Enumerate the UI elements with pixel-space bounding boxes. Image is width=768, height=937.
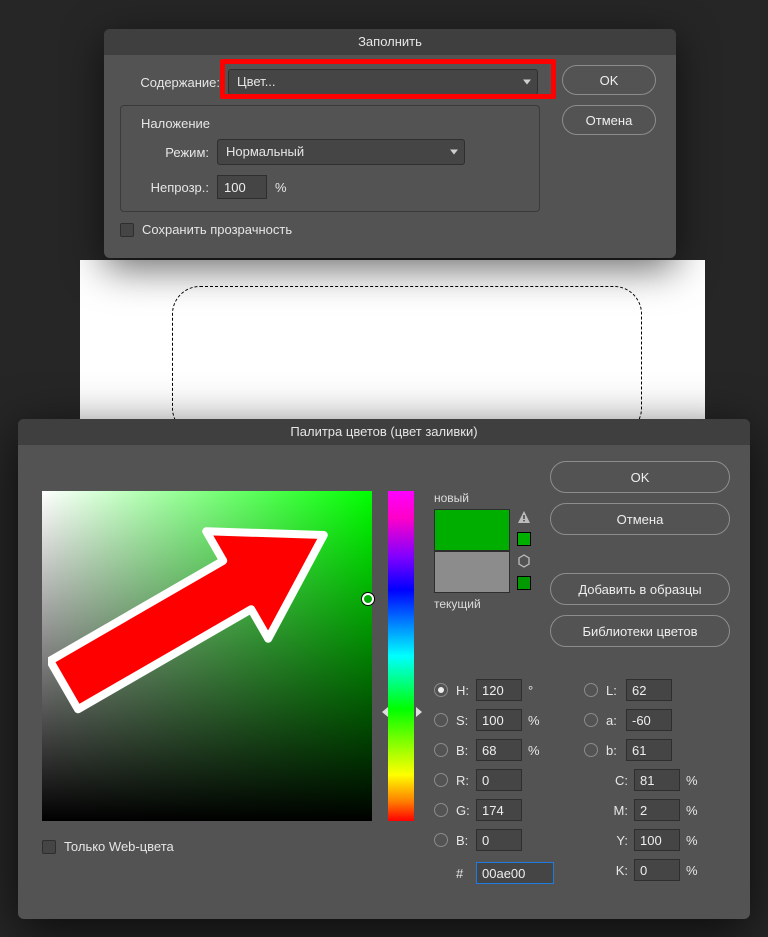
hsb-b-radio[interactable] [434,743,448,757]
b-input[interactable] [476,739,522,761]
mode-dropdown[interactable]: Нормальный [217,139,465,165]
lab-l-radio[interactable] [584,683,598,697]
s-label: S: [456,713,476,728]
y-label: Y: [606,833,628,848]
hue-slider-thumb[interactable] [382,707,422,717]
websafe-snap-swatch[interactable] [517,576,531,590]
y-input[interactable] [634,829,680,851]
blending-legend: Наложение [137,116,214,131]
rgb-g-radio[interactable] [434,803,448,817]
hex-input[interactable] [476,862,554,884]
add-to-swatches-button[interactable]: Добавить в образцы [550,573,730,605]
m-input[interactable] [634,799,680,821]
h-label: H: [456,683,476,698]
lab-a-radio[interactable] [584,713,598,727]
preserve-transparency-checkbox[interactable]: Сохранить прозрачность [120,222,292,237]
marquee-selection [172,286,642,436]
h-input[interactable] [476,679,522,701]
l-label: L: [606,683,626,698]
l-input[interactable] [626,679,672,701]
b-label: B: [456,743,476,758]
r-label: R: [456,773,476,788]
picker-ok-button[interactable]: OK [550,461,730,493]
fill-dialog: Заполнить Содержание: Цвет... Наложение … [104,29,676,258]
websafe-warning-icon[interactable] [516,553,532,569]
content-dropdown-value: Цвет... [237,74,276,89]
checkbox-box-icon [42,840,56,854]
k-label: K: [606,863,628,878]
gamut-warning-icon[interactable] [516,509,532,525]
sv-cursor-icon [362,593,374,605]
gamut-snap-swatch[interactable] [517,532,531,546]
c-label: C: [606,773,628,788]
content-label: Содержание: [120,75,228,90]
current-color-label: текущий [434,597,510,611]
hex-label: # [456,866,476,881]
rgb-b-input[interactable] [476,829,522,851]
current-color-swatch[interactable] [434,551,510,593]
fill-cancel-button[interactable]: Отмена [562,105,656,135]
opacity-label: Непрозр.: [133,180,217,195]
hsb-h-radio[interactable] [434,683,448,697]
chevron-down-icon [523,80,531,85]
preserve-transparency-label: Сохранить прозрачность [142,222,292,237]
new-color-swatch [434,509,510,551]
content-dropdown[interactable]: Цвет... [228,69,538,95]
opacity-unit: % [275,180,287,195]
lab-b-input[interactable] [626,739,672,761]
r-input[interactable] [476,769,522,791]
g-label: G: [456,803,476,818]
rgb-r-radio[interactable] [434,773,448,787]
a-input[interactable] [626,709,672,731]
rgb-b-radio[interactable] [434,833,448,847]
k-input[interactable] [634,859,680,881]
s-input[interactable] [476,709,522,731]
web-colors-only-checkbox[interactable]: Только Web-цвета [42,839,174,854]
fill-dialog-title: Заполнить [104,29,676,55]
mode-dropdown-value: Нормальный [226,144,304,159]
hsb-s-radio[interactable] [434,713,448,727]
checkbox-box-icon [120,223,134,237]
new-color-label: новый [434,491,510,505]
rgb-b-label: B: [456,833,476,848]
opacity-input[interactable] [217,175,267,199]
mode-label: Режим: [133,145,217,160]
fill-ok-button[interactable]: OK [562,65,656,95]
document-canvas [80,260,705,430]
a-label: a: [606,713,626,728]
g-input[interactable] [476,799,522,821]
chevron-down-icon [450,150,458,155]
web-colors-only-label: Только Web-цвета [64,839,174,854]
lab-b-radio[interactable] [584,743,598,757]
color-picker-title: Палитра цветов (цвет заливки) [18,419,750,445]
picker-cancel-button[interactable]: Отмена [550,503,730,535]
color-picker-dialog: Палитра цветов (цвет заливки) новый теку… [18,419,750,919]
color-libraries-button[interactable]: Библиотеки цветов [550,615,730,647]
hue-slider[interactable] [388,491,414,821]
saturation-value-field[interactable] [42,491,372,821]
lab-b-label: b: [606,743,626,758]
c-input[interactable] [634,769,680,791]
m-label: M: [606,803,628,818]
